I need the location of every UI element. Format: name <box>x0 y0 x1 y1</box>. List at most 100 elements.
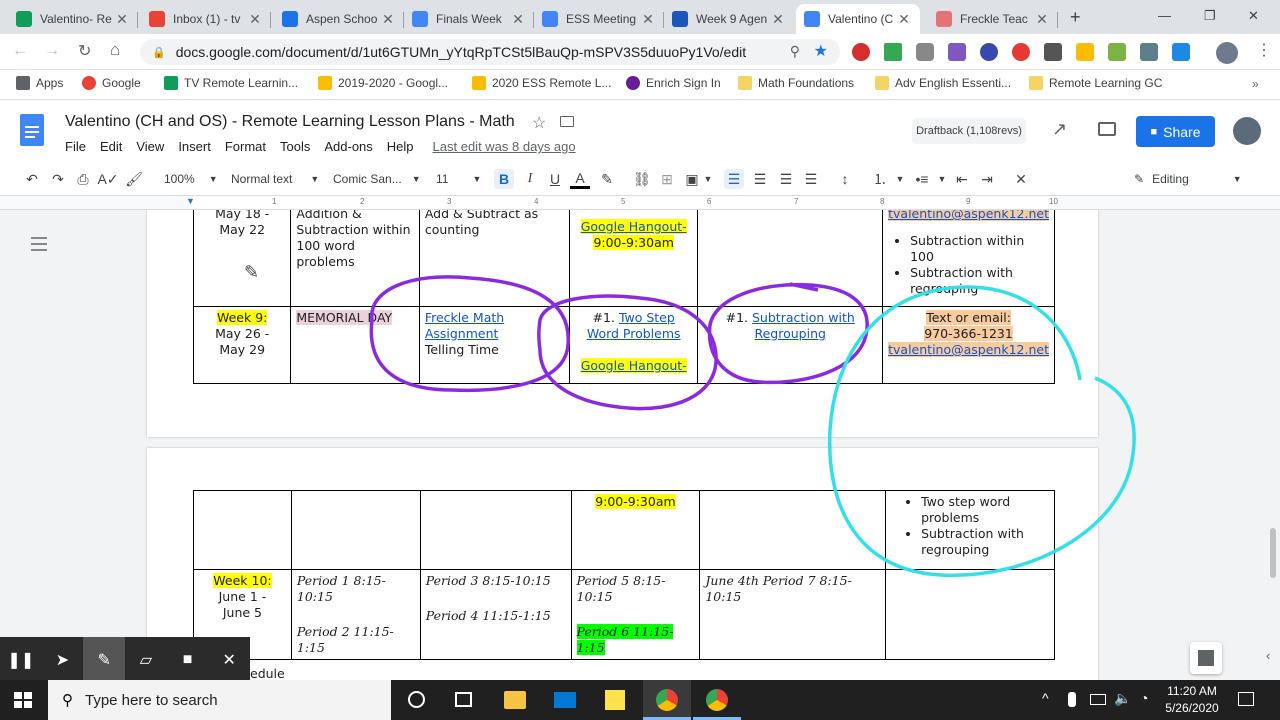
activity-trend-icon[interactable]: ↗ <box>1052 119 1067 140</box>
pause-button[interactable]: ❚❚ <box>0 637 42 683</box>
menu-format[interactable]: Format <box>225 139 266 154</box>
text-color-icon[interactable]: A <box>570 169 590 189</box>
chevron-down-icon[interactable]: ▼ <box>698 169 718 189</box>
star-icon[interactable]: ☆ <box>532 113 546 133</box>
italic-icon[interactable]: I <box>520 169 540 189</box>
mail-icon[interactable] <box>554 692 576 708</box>
kami-icon[interactable] <box>980 43 998 61</box>
last-edit-link[interactable]: Last edit was 8 days ago <box>433 139 576 154</box>
restore-icon[interactable]: ❐ <box>1204 8 1216 24</box>
new-tab-icon[interactable]: + <box>1070 7 1081 28</box>
chrome-taskbar-button[interactable] <box>693 680 741 720</box>
bold-icon[interactable]: B <box>494 169 514 189</box>
font-select[interactable]: Comic San... ▼ <box>333 168 421 190</box>
bookmark-google[interactable]: Google <box>82 76 141 90</box>
move-folder-icon[interactable] <box>560 116 574 127</box>
menu-file[interactable]: File <box>65 139 86 154</box>
close-tab-icon[interactable]: ✕ <box>247 11 263 28</box>
close-tab-icon[interactable]: ✕ <box>510 11 526 28</box>
notifications-icon[interactable] <box>1238 692 1254 706</box>
print-icon[interactable]: ⎙ <box>73 169 93 189</box>
bulleted-list-icon[interactable]: •≡ <box>912 169 932 189</box>
document-title[interactable]: Valentino (CH and OS) - Remote Learning … <box>65 113 515 131</box>
align-left-icon[interactable]: ☰ <box>724 169 744 189</box>
extension-icon[interactable] <box>1044 43 1062 61</box>
cortana-icon[interactable] <box>408 691 425 708</box>
chrome-taskbar-button[interactable] <box>643 680 691 720</box>
volume-icon[interactable]: 🔈 <box>1114 690 1131 707</box>
pointer-button[interactable]: ➤ <box>42 637 84 683</box>
more-bookmarks-icon[interactable]: » <box>1252 77 1259 91</box>
menu-edit[interactable]: Edit <box>100 139 122 154</box>
numbered-list-icon[interactable]: ⒈ <box>870 169 890 189</box>
forward-icon[interactable]: → <box>44 42 60 60</box>
paint-format-icon[interactable]: 🖌 <box>124 169 144 189</box>
reload-icon[interactable]: ↻ <box>78 41 91 61</box>
browser-tab[interactable]: Finals Week ✕ <box>404 4 534 34</box>
underline-icon[interactable]: U <box>545 169 565 189</box>
close-tab-icon[interactable]: ✕ <box>1034 11 1050 28</box>
extension-icon[interactable] <box>916 43 934 61</box>
extension-icon[interactable] <box>1076 43 1094 61</box>
bookmark-enrich[interactable]: Enrich Sign In <box>626 76 721 90</box>
increase-indent-icon[interactable]: ⇥ <box>977 169 997 189</box>
profile-avatar[interactable] <box>1216 42 1238 64</box>
line-spacing-icon[interactable]: ↕ <box>835 169 855 189</box>
omnibox[interactable]: 🔒 docs.google.com/document/d/1ut6GTUMn_y… <box>140 39 840 65</box>
extension-icon[interactable] <box>1140 43 1158 61</box>
tray-app-icon[interactable] <box>1068 692 1076 707</box>
adblock-icon[interactable] <box>852 43 870 61</box>
task-view-icon[interactable] <box>455 692 472 707</box>
align-right-icon[interactable]: ☰ <box>776 169 796 189</box>
bookmark-star-icon[interactable]: ★ <box>814 41 828 61</box>
file-explorer-icon[interactable] <box>504 691 526 709</box>
pen-button[interactable]: ✎ <box>83 637 126 683</box>
highlighter-button[interactable]: ▱ <box>125 637 167 683</box>
browser-menu-icon[interactable]: ⋮ <box>1256 40 1272 60</box>
undo-icon[interactable]: ↶ <box>22 169 42 189</box>
clear-formatting-icon[interactable]: ✕ <box>1011 169 1031 189</box>
menu-insert[interactable]: Insert <box>178 139 211 154</box>
bookmark-apps[interactable]: Apps <box>16 76 63 90</box>
home-icon[interactable]: ⌂ <box>110 40 120 60</box>
decrease-indent-icon[interactable]: ⇤ <box>952 169 972 189</box>
classroom-icon[interactable] <box>884 43 902 61</box>
close-tab-icon[interactable]: ✕ <box>380 11 396 28</box>
bookmark-ess-remote[interactable]: 2020 ESS Remote L... <box>472 76 611 90</box>
editing-mode-select[interactable]: ✎ Editing ▼ <box>1134 168 1242 190</box>
comments-icon[interactable] <box>1098 122 1116 136</box>
close-tab-icon[interactable]: ✕ <box>640 11 656 28</box>
highlight-icon[interactable]: ✎ <box>597 169 617 189</box>
browser-tab[interactable]: Valentino (C ✕ <box>796 4 920 34</box>
spellcheck-icon[interactable]: A✓ <box>97 169 118 189</box>
account-avatar[interactable] <box>1233 117 1261 145</box>
tray-chevron-icon[interactable]: ^ <box>1042 690 1049 706</box>
close-toolbar-button[interactable]: ✕ <box>208 637 250 683</box>
menu-addons[interactable]: Add-ons <box>324 139 372 154</box>
zoom-select[interactable]: 100% ▼ <box>164 168 218 190</box>
redo-icon[interactable]: ↷ <box>48 169 68 189</box>
close-tab-icon[interactable]: ✕ <box>770 11 786 28</box>
bookmark-remote-learning-gc[interactable]: Remote Learning GC <box>1029 76 1162 90</box>
minimize-icon[interactable]: — <box>1158 8 1171 23</box>
chevron-down-icon[interactable]: ▼ <box>932 169 952 189</box>
close-tab-icon[interactable]: ✕ <box>896 11 912 28</box>
indent-marker[interactable]: ▼ <box>186 196 195 206</box>
docs-logo-icon[interactable] <box>20 114 44 146</box>
extension-icon[interactable] <box>1012 43 1030 61</box>
share-button[interactable]: ■ Share <box>1136 116 1215 147</box>
wifi-icon[interactable]: ◔ <box>1140 690 1148 706</box>
browser-tab[interactable]: Inbox (1) - tv ✕ <box>141 4 271 34</box>
taskbar-search-box[interactable]: ⚲ Type here to search <box>48 680 391 720</box>
back-icon[interactable]: ← <box>12 42 28 60</box>
chevron-down-icon[interactable]: ▼ <box>890 169 910 189</box>
bookmark-2019-2020[interactable]: 2019-2020 - Googl... <box>318 76 448 90</box>
extension-icon[interactable] <box>1172 43 1190 61</box>
close-window-icon[interactable]: ✕ <box>1248 8 1259 24</box>
browser-tab[interactable]: ESS Meeting ✕ <box>534 4 664 34</box>
browser-tab[interactable]: Week 9 Agen ✕ <box>664 4 794 34</box>
draftback-button[interactable]: Draftback (1,108revs) <box>912 118 1026 144</box>
sticky-notes-icon[interactable] <box>605 690 625 710</box>
extension-icon[interactable] <box>1108 43 1126 61</box>
extension-icon[interactable] <box>948 43 966 61</box>
